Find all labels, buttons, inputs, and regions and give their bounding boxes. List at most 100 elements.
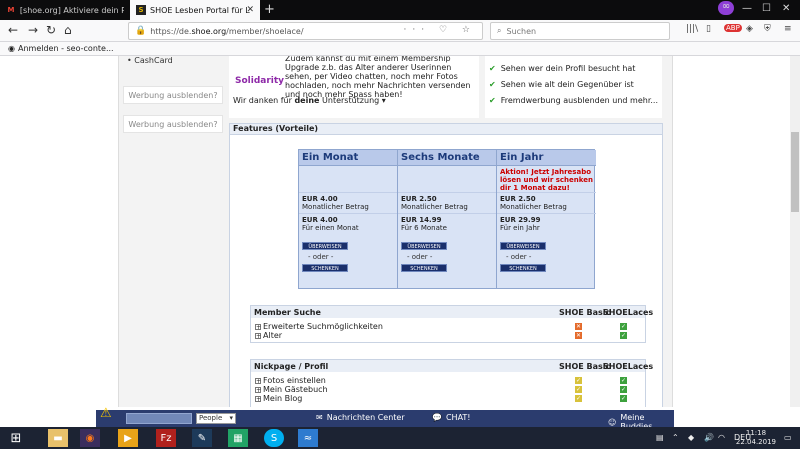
- scrollbar-thumb[interactable]: [791, 132, 799, 212]
- tab-title: SHOE Lesben Portal für Lesben: [150, 5, 250, 15]
- volume-icon[interactable]: 🔊: [704, 433, 714, 442]
- hide-ads-button[interactable]: Werbung ausblenden?: [123, 115, 223, 133]
- adblock-icon[interactable]: ABP: [724, 24, 742, 32]
- forward-icon[interactable]: →: [28, 23, 38, 37]
- close-tab-icon[interactable]: ✕: [246, 5, 254, 15]
- firefox-icon[interactable]: ◉: [80, 429, 100, 447]
- chat-search-input[interactable]: [126, 413, 192, 424]
- sidebar-item-cashcard[interactable]: • CashCard: [127, 56, 173, 65]
- expand-icon[interactable]: +: [255, 332, 261, 339]
- transfer-button[interactable]: ÜBERWEISEN: [401, 242, 447, 250]
- skype-icon[interactable]: S: [264, 429, 284, 447]
- media-player-icon[interactable]: ▶: [118, 429, 138, 447]
- clock[interactable]: 11:18 22.04.2019: [736, 429, 776, 447]
- gift-button[interactable]: SCHENKEN: [302, 264, 348, 272]
- gift-button[interactable]: SCHENKEN: [401, 264, 447, 272]
- url-action-icons[interactable]: ··· ♡ ☆: [404, 25, 476, 35]
- chevron-down-icon: ▾: [229, 414, 233, 422]
- total-price: EUR 29.99: [500, 216, 541, 224]
- check-icon: ✓: [620, 377, 627, 384]
- transfer-button[interactable]: ÜBERWEISEN: [302, 242, 348, 250]
- or-label: - oder -: [308, 253, 334, 261]
- back-icon[interactable]: ←: [8, 23, 18, 37]
- monthly-label: Monatlicher Betrag: [302, 203, 369, 211]
- close-window-icon[interactable]: ✕: [782, 3, 790, 14]
- clock-date: 22.04.2019: [735, 438, 776, 446]
- library-icon[interactable]: |||\: [686, 24, 698, 34]
- partial-check-icon: ✓: [575, 386, 582, 393]
- member-search-section: Member Suche SHOE Basic SHOELaces + Erwei…: [250, 305, 653, 343]
- messages-center-button[interactable]: ✉ Nachrichten Center: [316, 413, 405, 422]
- feature-label: Mein Blog: [263, 394, 303, 403]
- reload-icon[interactable]: ↻: [46, 23, 56, 37]
- app-icon[interactable]: ≈: [298, 429, 318, 447]
- pen-tool-icon[interactable]: ✎: [192, 429, 212, 447]
- expand-icon[interactable]: +: [255, 323, 261, 330]
- partial-check-icon: ✓: [575, 377, 582, 384]
- home-icon[interactable]: ⌂: [64, 23, 72, 37]
- plan-promo: [398, 166, 496, 193]
- chat-button[interactable]: 💬 CHAT!: [432, 413, 471, 422]
- chevron-up-icon[interactable]: ⌃: [672, 433, 679, 442]
- or-label: - oder -: [407, 253, 433, 261]
- feature-label: Erweiterte Suchmöglichkeiten: [263, 322, 383, 331]
- features-panel: Ein Monat EUR 4.00 Monatlicher Betrag EUR…: [229, 135, 663, 407]
- plan-one-month: Ein Monat EUR 4.00 Monatlicher Betrag EUR…: [299, 150, 398, 288]
- tab-shoe-activate[interactable]: M [shoe.org] Aktiviere dein Profil: [0, 0, 130, 20]
- gift-button[interactable]: SCHENKEN: [500, 264, 546, 272]
- expand-icon[interactable]: +: [255, 386, 261, 393]
- total-price: EUR 14.99: [401, 216, 442, 224]
- expand-icon[interactable]: +: [255, 377, 261, 384]
- network-icon[interactable]: ▤: [656, 433, 664, 442]
- expand-icon[interactable]: +: [255, 395, 261, 402]
- tab-shoe-portal[interactable]: S SHOE Lesben Portal für Lesben ✕: [130, 0, 260, 20]
- check-icon: ✔: [489, 64, 496, 73]
- url-bar[interactable]: 🔒 https://de. shoe.org/member/shoelace/ ·…: [128, 22, 483, 40]
- section-title: Nickpage / Profil: [254, 362, 329, 371]
- features-heading: Features (Vorteile): [229, 123, 663, 135]
- monthly-price: EUR 2.50: [401, 195, 437, 203]
- windows-start-icon[interactable]: ⊞: [6, 429, 26, 447]
- people-select[interactable]: People ▾: [196, 413, 236, 424]
- minimize-icon[interactable]: —: [742, 3, 752, 14]
- check-icon: ✓: [620, 395, 627, 402]
- extension-icon[interactable]: ◈: [746, 24, 753, 34]
- col-laces: SHOELaces: [603, 362, 654, 371]
- check-icon: ✓: [620, 386, 627, 393]
- plan-promo: Aktion! Jetzt Jahresabo lösen und wir sc…: [497, 166, 596, 193]
- menu-icon[interactable]: ≡: [784, 24, 792, 34]
- transfer-button[interactable]: ÜBERWEISEN: [500, 242, 546, 250]
- check-icon: ✔: [489, 80, 496, 89]
- buddies-icon: ☺: [608, 417, 617, 427]
- maximize-icon[interactable]: ☐: [762, 3, 771, 14]
- url-host: shoe.org: [191, 26, 227, 36]
- notifications-icon[interactable]: ▭: [784, 433, 792, 442]
- bookmark-link[interactable]: Anmelden - seo-conte...: [18, 44, 114, 53]
- warning-icon[interactable]: ⚠: [100, 406, 112, 421]
- search-input[interactable]: ⌕ Suchen: [490, 22, 670, 40]
- total-label: Für einen Monat: [302, 224, 359, 232]
- file-explorer-icon[interactable]: ▬: [48, 429, 68, 447]
- plan-name: Ein Jahr: [497, 150, 596, 166]
- promo-thanks[interactable]: Wir danken für deine Unterstützung ▾: [233, 96, 386, 105]
- monthly-label: Monatlicher Betrag: [500, 203, 567, 211]
- page-scrollbar[interactable]: [790, 56, 800, 407]
- feature-row: + Fotos einstellen ✓ ✓: [251, 376, 645, 385]
- spreadsheet-icon[interactable]: ▦: [228, 429, 248, 447]
- monthly-price: EUR 2.50: [500, 195, 536, 203]
- wifi-icon[interactable]: ◠: [718, 433, 725, 442]
- filezilla-icon[interactable]: Fz: [156, 429, 176, 447]
- dropbox-icon[interactable]: ◆: [688, 433, 694, 442]
- new-tab-button[interactable]: +: [264, 2, 275, 17]
- sidebar-icon[interactable]: ▯: [706, 24, 711, 34]
- thanks-prefix: Wir danken für: [233, 96, 292, 105]
- hide-ads-button[interactable]: Werbung ausblenden?: [123, 86, 223, 104]
- plan-total: EUR 14.99 Für 6 Monate ÜBERWEISEN - oder …: [398, 214, 496, 288]
- promo-box: Solidarity Zudem kannst du mit einem Mem…: [229, 56, 479, 118]
- total-price: EUR 4.00: [302, 216, 338, 224]
- gmail-icon: M: [7, 6, 15, 14]
- shield-icon[interactable]: ⛨: [764, 24, 771, 34]
- feature-row: + Mein Blog ✓ ✓: [251, 394, 645, 403]
- benefit-label: Fremdwerbung ausblenden und mehr...: [500, 96, 658, 105]
- private-mask-icon: ∞: [718, 1, 734, 15]
